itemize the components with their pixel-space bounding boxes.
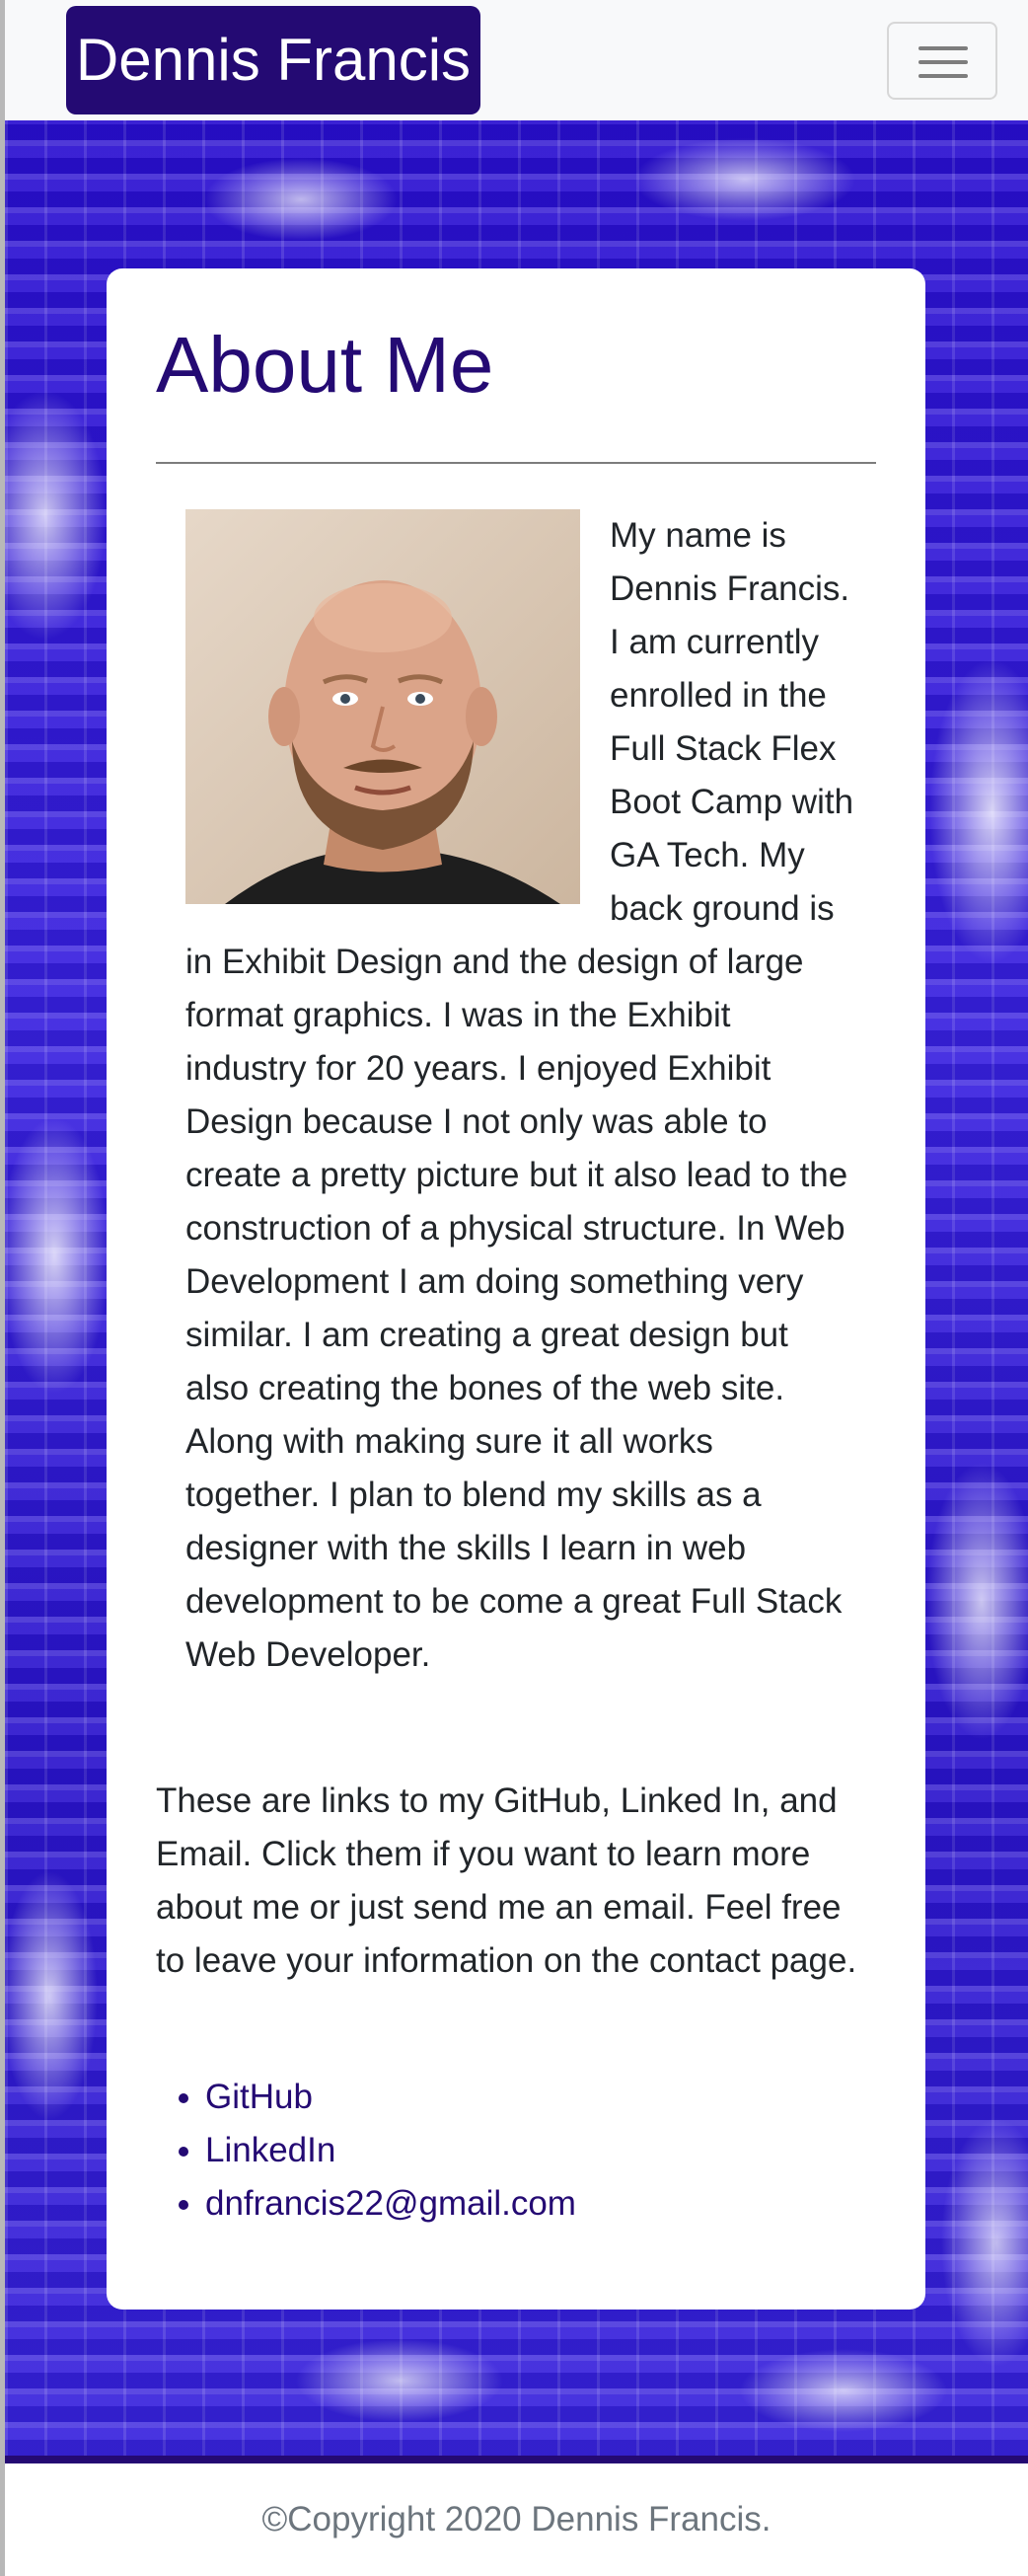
list-item: LinkedIn [205,2124,896,2177]
copyright-text: ©Copyright 2020 Dennis Francis. [261,2500,771,2538]
portrait-photo [185,509,580,904]
divider [156,462,876,464]
github-link[interactable]: GitHub [205,2078,313,2116]
navbar-toggler-button[interactable] [887,22,997,100]
email-link[interactable]: dnfrancis22@gmail.com [205,2184,576,2223]
hamburger-icon [918,74,968,78]
hamburger-icon [918,60,968,64]
footer-divider [5,2456,1028,2463]
hamburger-icon [918,46,968,50]
linkedin-link[interactable]: LinkedIn [205,2131,335,2169]
links-intro-text: These are links to my GitHub, Linked In,… [156,1781,857,1980]
bio-section: My name is Dennis Francis. I am currentl… [185,509,856,1682]
page-title: About Me [156,321,494,409]
social-links-list: GitHub LinkedIn dnfrancis22@gmail.com [156,2071,896,2231]
about-card: About Me My name is Dennis Francis. I am… [107,268,925,2310]
list-item: GitHub [205,2071,896,2124]
navbar: Dennis Francis [5,0,1028,120]
list-item: dnfrancis22@gmail.com [205,2177,896,2231]
footer: ©Copyright 2020 Dennis Francis. [5,2463,1028,2576]
navbar-brand[interactable]: Dennis Francis [66,6,480,114]
